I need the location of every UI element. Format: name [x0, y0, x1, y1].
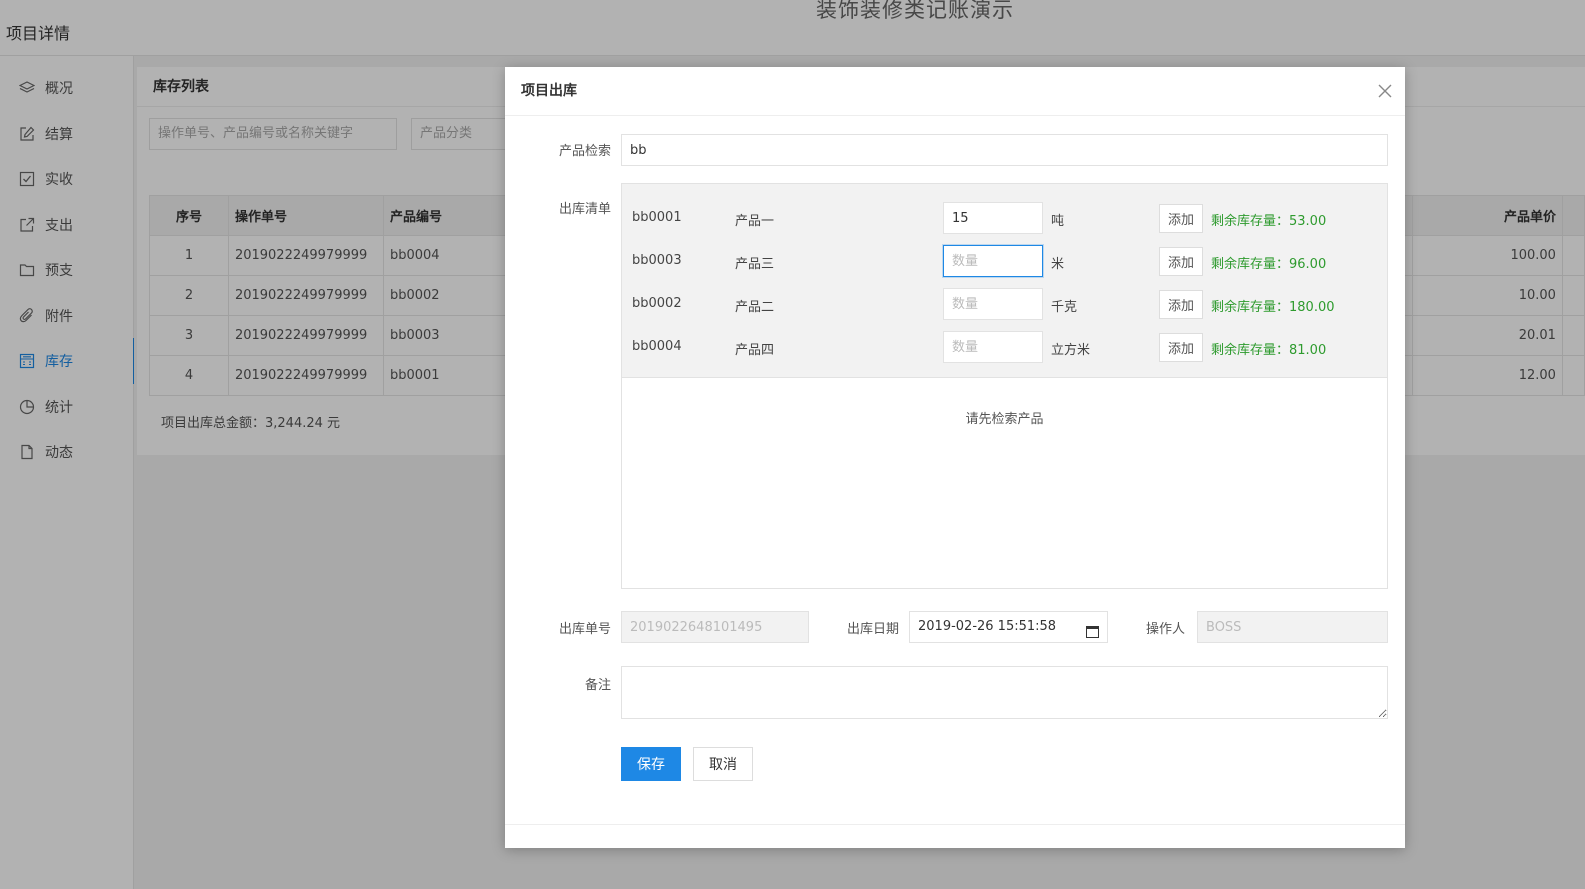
search-hint: 请先检索产品 [965, 412, 1044, 427]
date-label: 出库日期 [846, 622, 899, 637]
product-name: 产品一 [735, 214, 775, 229]
product-unit: 米 [1051, 257, 1065, 272]
remark-textarea[interactable] [621, 666, 1388, 719]
stock-out-list: bb0001 产品一 吨 添加 剩余库存量：53.00 bb0003 产品三 米… [621, 183, 1388, 589]
date-value: 2019-02-26 15:51:58 [918, 619, 1057, 634]
product-row: bb0002 产品二 千克 添加 剩余库存量：180.00 [622, 284, 1387, 324]
product-row: bb0001 产品一 吨 添加 剩余库存量：53.00 [622, 198, 1387, 238]
order-no-label: 出库单号 [558, 622, 611, 637]
quantity-input[interactable] [943, 202, 1043, 234]
quantity-input[interactable] [943, 331, 1043, 363]
product-search-label: 产品检索 [558, 144, 611, 159]
dialog-footer [505, 824, 1405, 848]
add-button[interactable]: 添加 [1159, 290, 1203, 319]
product-row: bb0004 产品四 立方米 添加 剩余库存量：81.00 [622, 327, 1387, 367]
remaining-stock: 剩余库存量：53.00 [1211, 214, 1327, 229]
remaining-stock: 剩余库存量：96.00 [1211, 257, 1327, 272]
stock-out-list-label: 出库清单 [558, 202, 611, 217]
product-code: bb0002 [632, 296, 682, 311]
cancel-button[interactable]: 取消 [693, 747, 753, 781]
product-unit: 千克 [1051, 300, 1078, 315]
product-result-list: bb0001 产品一 吨 添加 剩余库存量：53.00 bb0003 产品三 米… [622, 184, 1387, 378]
product-unit: 立方米 [1051, 343, 1091, 358]
order-no-field [621, 611, 809, 643]
remaining-stock: 剩余库存量：180.00 [1211, 300, 1335, 315]
stock-out-dialog: 项目出库 产品检索 出库清单 bb0001 产品一 吨 添加 剩余库存量：53.… [505, 67, 1405, 848]
add-button[interactable]: 添加 [1159, 333, 1203, 362]
quantity-input[interactable] [943, 245, 1043, 277]
product-unit: 吨 [1051, 214, 1065, 229]
dialog-title: 项目出库 [505, 67, 1405, 116]
remark-label: 备注 [584, 678, 611, 693]
product-name: 产品三 [735, 257, 775, 272]
quantity-input[interactable] [943, 288, 1043, 320]
operator-field [1197, 611, 1388, 643]
product-name: 产品四 [735, 343, 775, 358]
product-code: bb0003 [632, 253, 682, 268]
date-field[interactable]: 2019-02-26 15:51:58 [909, 611, 1108, 643]
calendar-icon[interactable] [1086, 620, 1099, 650]
add-button[interactable]: 添加 [1159, 204, 1203, 233]
product-search-input[interactable] [621, 134, 1388, 166]
operator-label: 操作人 [1145, 622, 1185, 637]
product-code: bb0004 [632, 339, 682, 354]
add-button[interactable]: 添加 [1159, 247, 1203, 276]
product-name: 产品二 [735, 300, 775, 315]
product-row: bb0003 产品三 米 添加 剩余库存量：96.00 [622, 241, 1387, 281]
close-icon[interactable] [1377, 83, 1393, 99]
product-code: bb0001 [632, 210, 682, 225]
save-button[interactable]: 保存 [621, 747, 681, 781]
remaining-stock: 剩余库存量：81.00 [1211, 343, 1327, 358]
